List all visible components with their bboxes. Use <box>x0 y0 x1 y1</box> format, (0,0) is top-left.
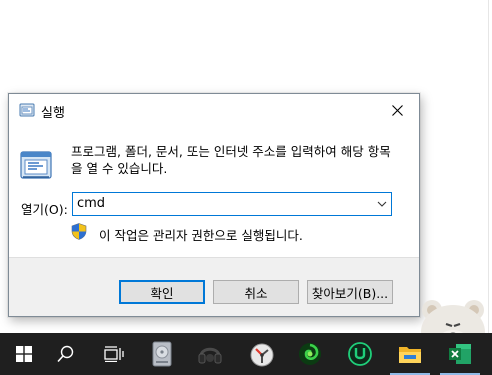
taskbar-app-stopwatch[interactable] <box>238 333 286 375</box>
admin-note: 이 작업은 관리자 권한으로 실행됩니다. <box>99 228 303 243</box>
search-button[interactable] <box>42 333 90 375</box>
window-edge <box>488 0 489 333</box>
disk-drive-icon <box>152 341 172 367</box>
file-explorer-icon <box>399 347 421 363</box>
green-spiral-app-icon <box>299 343 321 365</box>
search-icon <box>57 345 74 363</box>
uac-shield-icon <box>71 223 87 240</box>
start-button[interactable] <box>0 333 48 375</box>
taskbar-app-explorer[interactable] <box>386 333 434 375</box>
close-button[interactable] <box>375 94 419 126</box>
green-u-app-icon <box>348 342 372 366</box>
open-label: 열기(O): <box>21 202 68 217</box>
taskbar-app-excel[interactable] <box>436 333 484 375</box>
excel-icon <box>449 344 471 364</box>
title-bar[interactable]: 실행 <box>9 94 419 126</box>
close-icon <box>391 104 403 116</box>
ok-button[interactable]: 확인 <box>119 280 205 304</box>
open-input[interactable]: cmd <box>77 196 105 211</box>
dialog-footer: 확인 취소 찾아보기(B)... <box>9 257 419 316</box>
run-app-icon <box>19 103 35 117</box>
dialog-title: 실행 <box>41 106 65 121</box>
chevron-down-icon[interactable] <box>376 198 388 210</box>
stopwatch-app-icon <box>250 343 274 367</box>
headset-app-icon <box>198 347 222 364</box>
task-view-icon <box>104 346 124 362</box>
taskbar-app-headset[interactable] <box>186 333 234 375</box>
browse-button[interactable]: 찾아보기(B)... <box>307 280 393 304</box>
taskbar-app-disk[interactable] <box>138 333 186 375</box>
run-icon <box>19 149 53 181</box>
open-combobox[interactable]: cmd <box>72 192 392 216</box>
task-view-button[interactable] <box>90 333 138 375</box>
windows-start-icon <box>16 346 32 362</box>
run-dialog: 실행 프로그램, 폴더, 문서, 또는 인터넷 주소를 입력하여 해당 항목을 … <box>8 93 420 317</box>
dialog-body: 프로그램, 폴더, 문서, 또는 인터넷 주소를 입력하여 해당 항목을 열 수… <box>9 126 419 257</box>
taskbar-app-u[interactable] <box>336 333 384 375</box>
taskbar <box>0 333 492 375</box>
taskbar-app-spiral[interactable] <box>286 333 334 375</box>
cancel-button[interactable]: 취소 <box>213 280 299 304</box>
dialog-description: 프로그램, 폴더, 문서, 또는 인터넷 주소를 입력하여 해당 항목을 열 수… <box>71 144 391 176</box>
